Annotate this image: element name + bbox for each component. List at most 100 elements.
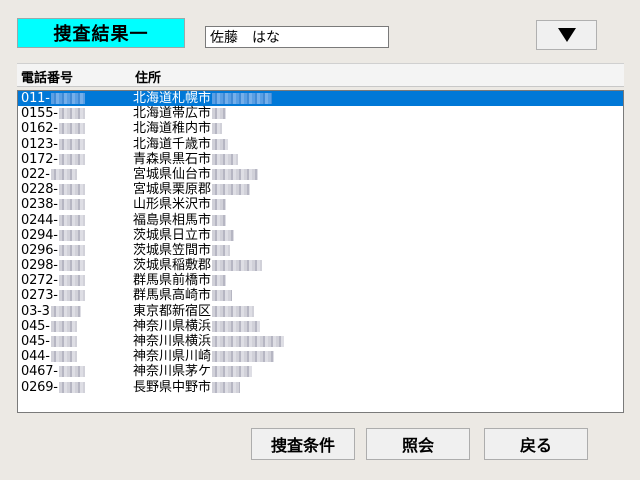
list-item[interactable]: 011- 北海道札幌市	[18, 91, 623, 107]
list-item[interactable]: 0272- 群馬県前橋市	[18, 273, 623, 288]
redacted-text	[58, 366, 85, 378]
triangle-down-icon	[557, 28, 576, 42]
phone-cell: 0272-	[21, 273, 85, 288]
list-item[interactable]: 0296- 茨城県笠間市	[18, 243, 623, 258]
list-item[interactable]: 0273- 群馬県高崎市	[18, 288, 623, 303]
phone-number: 0467-	[21, 364, 58, 380]
phone-cell: 0172-	[21, 152, 85, 167]
phone-cell: 0298-	[21, 258, 85, 273]
column-header-phone[interactable]: 電話番号	[21, 67, 73, 86]
address-cell: 北海道千歳市	[133, 136, 229, 152]
redacted-text	[212, 351, 275, 363]
column-header-address[interactable]: 住所	[135, 67, 161, 86]
list-item[interactable]: 045- 神奈川県横浜	[18, 319, 623, 334]
phone-cell: 0467-	[21, 364, 85, 379]
list-item[interactable]: 0162- 北海道稚内市	[18, 121, 623, 136]
phone-cell: 0244-	[21, 213, 85, 228]
address-cell: 北海道稚内市	[133, 121, 223, 137]
redacted-text	[212, 214, 227, 226]
list-item[interactable]: 0172- 青森県黒石市	[18, 152, 623, 167]
address: 東京都新宿区	[133, 303, 212, 319]
list-item[interactable]: 0238- 山形県米沢市	[18, 197, 623, 212]
inquiry-button[interactable]: 照会	[366, 428, 470, 460]
redacted-text	[58, 108, 85, 120]
address: 宮城県栗原郡	[133, 182, 212, 198]
address-cell: 群馬県高崎市	[133, 288, 233, 303]
address-cell: 茨城県笠間市	[133, 243, 231, 258]
redacted-text	[212, 168, 259, 180]
redacted-text	[58, 229, 85, 241]
name-search-input[interactable]	[205, 26, 389, 48]
redacted-text	[58, 275, 85, 287]
list-item[interactable]: 0155- 北海道帯広市	[18, 106, 623, 121]
phone-number: 0298-	[21, 258, 58, 274]
address: 神奈川県茅ケ	[133, 364, 212, 380]
search-conditions-button[interactable]: 捜査条件	[251, 428, 355, 460]
redacted-text	[58, 199, 85, 211]
address: 北海道稚内市	[133, 121, 212, 137]
redacted-text	[50, 168, 77, 180]
redacted-text	[212, 381, 241, 393]
phone-cell: 0155-	[21, 106, 85, 121]
phone-number: 0244-	[21, 212, 58, 228]
address: 北海道帯広市	[133, 106, 212, 122]
list-item[interactable]: 0123- 北海道千歳市	[18, 137, 623, 152]
phone-cell: 0269-	[21, 380, 85, 395]
redacted-text	[212, 366, 253, 378]
list-item[interactable]: 0294- 茨城県日立市	[18, 228, 623, 243]
phone-number: 0123-	[21, 136, 58, 152]
phone-cell: 0294-	[21, 228, 85, 243]
phone-number: 011-	[21, 91, 50, 106]
address: 北海道千歳市	[133, 136, 212, 152]
address: 茨城県日立市	[133, 227, 212, 243]
address: 群馬県前橋市	[133, 273, 212, 289]
results-listbox[interactable]: 011- 北海道札幌市 0155- 北海道帯広市 0162- 北海道稚内市 0123- 北海道…	[17, 90, 624, 413]
address: 神奈川県横浜	[133, 334, 212, 349]
redacted-text	[50, 336, 77, 347]
redacted-text	[212, 336, 285, 347]
address-cell: 神奈川県川崎	[133, 349, 275, 364]
address: 長野県中野市	[133, 379, 212, 395]
address: 北海道札幌市	[133, 91, 212, 106]
redacted-text	[58, 260, 85, 272]
redacted-text	[58, 123, 85, 135]
phone-cell: 011-	[21, 91, 85, 106]
redacted-text	[212, 290, 233, 302]
address-cell: 山形県米沢市	[133, 197, 227, 212]
address-cell: 茨城県稲敷郡	[133, 258, 263, 273]
redacted-text	[50, 351, 77, 363]
dropdown-button[interactable]	[536, 20, 597, 50]
list-item[interactable]: 0467- 神奈川県茅ケ	[18, 364, 623, 379]
phone-cell: 0273-	[21, 288, 85, 303]
back-button[interactable]: 戻る	[484, 428, 588, 460]
redacted-text	[212, 275, 227, 287]
phone-number: 0238-	[21, 197, 58, 213]
list-item[interactable]: 0269- 長野県中野市	[18, 380, 623, 395]
redacted-text	[50, 320, 77, 332]
redacted-text	[58, 244, 85, 256]
address-cell: 青森県黒石市	[133, 152, 239, 167]
phone-number: 0162-	[21, 121, 58, 137]
redacted-text	[212, 153, 239, 165]
phone-number: 0172-	[21, 151, 58, 167]
address-cell: 福島県相馬市	[133, 213, 227, 228]
address-cell: 宮城県仙台市	[133, 167, 259, 182]
list-item[interactable]: 044- 神奈川県川崎	[18, 349, 623, 364]
phone-cell: 0123-	[21, 137, 85, 152]
list-item[interactable]: 0228- 宮城県栗原郡	[18, 182, 623, 197]
list-item[interactable]: 022- 宮城県仙台市	[18, 167, 623, 182]
list-item[interactable]: 0298- 茨城県稲敷郡	[18, 258, 623, 273]
redacted-text	[212, 199, 227, 211]
list-item[interactable]: 0244- 福島県相馬市	[18, 213, 623, 228]
list-item[interactable]: 045- 神奈川県横浜	[18, 334, 623, 349]
phone-number: 0272-	[21, 273, 58, 289]
list-item[interactable]: 03-3 東京都新宿区	[18, 304, 623, 319]
list-header: 電話番号 住所	[17, 63, 624, 87]
redacted-text	[212, 260, 263, 272]
redacted-text	[212, 184, 251, 196]
address-cell: 長野県中野市	[133, 379, 241, 395]
redacted-text	[50, 93, 85, 104]
address-cell: 群馬県前橋市	[133, 273, 227, 289]
redacted-text	[212, 244, 231, 256]
redacted-text	[212, 93, 273, 104]
